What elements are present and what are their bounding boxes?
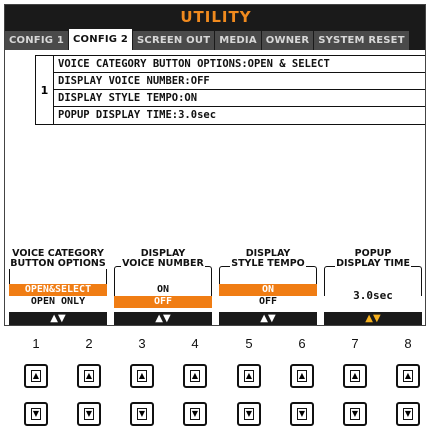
- down-arrow-icon: ▼: [403, 408, 413, 420]
- up-arrow-icon: ▲: [244, 370, 254, 382]
- button-5-up[interactable]: ▲: [237, 364, 261, 388]
- down-arrow-icon: ▼: [297, 408, 307, 420]
- option-on[interactable]: ON: [114, 284, 212, 296]
- fn-label: VOICE CATEGORY BUTTON OPTIONS: [7, 249, 109, 271]
- fn-voice-category-options: VOICE CATEGORY BUTTON OPTIONS OPEN&SELEC…: [7, 249, 109, 307]
- button-7-down[interactable]: ▼: [343, 402, 367, 426]
- arrow-bar-1-2: ▲▼: [9, 312, 107, 325]
- button-2-up[interactable]: ▲: [77, 364, 101, 388]
- button-3-up[interactable]: ▲: [130, 364, 154, 388]
- tab-config-2[interactable]: CONFIG 2: [69, 29, 134, 50]
- button-1-up[interactable]: ▲: [24, 364, 48, 388]
- button-number-1: 1: [32, 336, 40, 351]
- fn-display-style-tempo: DISPLAY STYLE TEMPO ON OFF: [217, 249, 319, 307]
- button-4-up[interactable]: ▲: [183, 364, 207, 388]
- up-arrow-icon: ▲: [31, 370, 41, 382]
- tab-owner[interactable]: OWNER: [261, 31, 315, 50]
- option-open-select[interactable]: OPEN&SELECT: [9, 284, 107, 296]
- fn-popup-display-time: POPUP DISPLAY TIME 3.0sec: [322, 249, 424, 302]
- button-7-up[interactable]: ▲: [343, 364, 367, 388]
- button-number-5: 5: [245, 336, 253, 351]
- down-arrow-icon: ▼: [84, 408, 94, 420]
- tab-strip: CONFIG 1 CONFIG 2 SCREEN OUT MEDIA OWNER…: [5, 29, 425, 50]
- down-arrow-icon: ▼: [350, 408, 360, 420]
- button-8-down[interactable]: ▼: [396, 402, 420, 426]
- option-on[interactable]: ON: [219, 284, 317, 296]
- option-open-only[interactable]: OPEN ONLY: [9, 296, 107, 308]
- button-5-down[interactable]: ▼: [237, 402, 261, 426]
- up-arrow-icon: ▲: [84, 370, 94, 382]
- up-arrow-icon: ▲: [137, 370, 147, 382]
- down-arrow-icon: ▼: [244, 408, 254, 420]
- button-3-down[interactable]: ▼: [130, 402, 154, 426]
- button-1-down[interactable]: ▼: [24, 402, 48, 426]
- settings-index: 1: [36, 56, 54, 124]
- tab-screen-out[interactable]: SCREEN OUT: [133, 31, 216, 50]
- fn-options: OPEN&SELECT OPEN ONLY: [9, 284, 107, 308]
- fn-label: POPUP DISPLAY TIME: [322, 249, 424, 271]
- button-number-8: 8: [404, 336, 412, 351]
- tab-media[interactable]: MEDIA: [215, 31, 262, 50]
- button-number-7: 7: [351, 336, 359, 351]
- setting-display-voice-number: DISPLAY VOICE NUMBER:OFF: [54, 73, 425, 90]
- tab-system-reset[interactable]: SYSTEM RESET: [314, 31, 410, 50]
- fn-label: DISPLAY VOICE NUMBER: [112, 249, 214, 271]
- fn-options: ON OFF: [114, 284, 212, 308]
- down-arrow-icon: ▼: [31, 408, 41, 420]
- fn-options: ON OFF: [219, 284, 317, 308]
- button-2-down[interactable]: ▼: [77, 402, 101, 426]
- tab-config-1[interactable]: CONFIG 1: [5, 31, 70, 50]
- fn-label-line2: BUTTON OPTIONS: [9, 258, 107, 269]
- popup-time-value[interactable]: 3.0sec: [324, 284, 422, 308]
- setting-voice-category: VOICE CATEGORY BUTTON OPTIONS:OPEN & SEL…: [54, 56, 425, 73]
- fn-label: DISPLAY STYLE TEMPO: [217, 249, 319, 271]
- button-number-2: 2: [85, 336, 93, 351]
- option-off[interactable]: OFF: [114, 296, 212, 308]
- down-arrow-icon: ▼: [137, 408, 147, 420]
- fn-display-voice-number: DISPLAY VOICE NUMBER ON OFF: [112, 249, 214, 308]
- setting-display-style-tempo: DISPLAY STYLE TEMPO:ON: [54, 90, 425, 107]
- button-number-3: 3: [138, 336, 146, 351]
- fn-label-line2: VOICE NUMBER: [121, 258, 205, 269]
- button-number-6: 6: [298, 336, 306, 351]
- screen-title: UTILITY: [5, 5, 425, 29]
- up-arrow-icon: ▲: [190, 370, 200, 382]
- settings-table: 1 VOICE CATEGORY BUTTON OPTIONS:OPEN & S…: [35, 55, 425, 125]
- up-arrow-icon: ▲: [297, 370, 307, 382]
- button-6-down[interactable]: ▼: [290, 402, 314, 426]
- button-8-up[interactable]: ▲: [396, 364, 420, 388]
- setting-popup-display-time: POPUP DISPLAY TIME:3.0sec: [58, 109, 217, 121]
- up-arrow-icon: ▲: [403, 370, 413, 382]
- fn-label-line2: STYLE TEMPO: [230, 258, 306, 269]
- button-4-down[interactable]: ▼: [183, 402, 207, 426]
- lcd-screen: UTILITY CONFIG 1 CONFIG 2 SCREEN OUT MED…: [4, 4, 426, 326]
- arrow-bar-5-6: ▲▼: [219, 312, 317, 325]
- fn-label-line2: DISPLAY TIME: [335, 258, 411, 269]
- button-6-up[interactable]: ▲: [290, 364, 314, 388]
- arrow-bar-7-8: ▲▼: [324, 312, 422, 325]
- button-number-4: 4: [191, 336, 199, 351]
- arrow-bar-3-4: ▲▼: [114, 312, 212, 325]
- down-arrow-icon: ▼: [190, 408, 200, 420]
- up-arrow-icon: ▲: [350, 370, 360, 382]
- option-off[interactable]: OFF: [219, 296, 317, 308]
